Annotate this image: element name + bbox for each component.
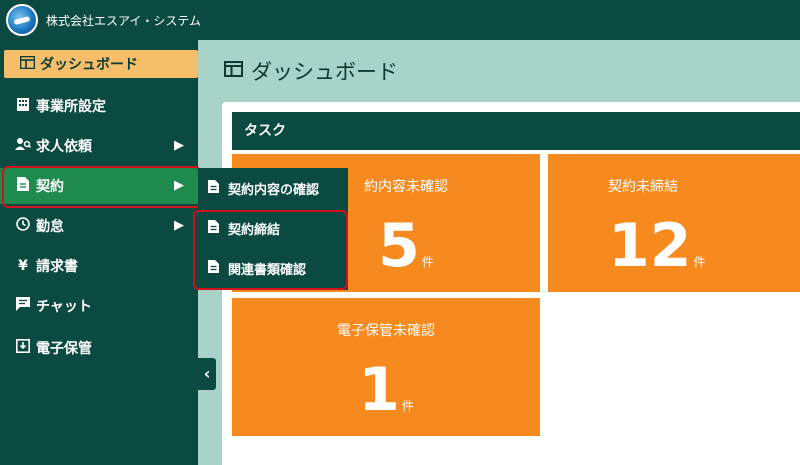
chat-icon bbox=[14, 297, 32, 315]
submenu-item-label: 契約内容の確認 bbox=[228, 182, 320, 198]
sidebar-item-chat[interactable]: チャット bbox=[0, 288, 198, 324]
building-icon bbox=[14, 97, 32, 115]
sidebar-collapse-button[interactable]: ‹ bbox=[198, 358, 216, 390]
task-card-contract-unsigned[interactable]: 契約未締結 12 件 bbox=[548, 154, 800, 292]
sidebar-item-invoice[interactable]: ¥ 請求書 bbox=[0, 248, 198, 284]
task-card-unit: 件 bbox=[693, 255, 706, 269]
sidebar: ダッシュボード 事業所設定 求人依頼 ▶ 契約 ▶ 勤怠 ▶ ¥ 請求書 チャッ… bbox=[0, 40, 198, 465]
page-title: ダッシュボード bbox=[224, 56, 398, 86]
task-card-count: 12 bbox=[608, 211, 692, 281]
task-card-count-wrap: 1件 bbox=[232, 360, 540, 436]
task-card-count: 1 bbox=[358, 355, 400, 425]
page-title-text: ダッシュボード bbox=[251, 60, 398, 84]
dashboard-icon bbox=[224, 60, 243, 82]
sidebar-item-job-request[interactable]: 求人依頼 ▶ bbox=[0, 128, 198, 164]
highlight-contract-item bbox=[2, 166, 201, 208]
chevron-right-icon: ▶ bbox=[174, 218, 184, 233]
task-card-count-wrap: 12 件 bbox=[548, 216, 800, 292]
sidebar-item-label: 勤怠 bbox=[36, 219, 64, 235]
sidebar-item-label: 請求書 bbox=[36, 259, 78, 275]
clock-icon bbox=[14, 217, 32, 235]
task-card-label: 電子保管未確認 bbox=[337, 323, 435, 339]
company-name: 株式会社エスアイ・システム bbox=[46, 14, 202, 28]
sidebar-item-attendance[interactable]: 勤怠 ▶ bbox=[0, 208, 198, 244]
sidebar-item-label: ダッシュボード bbox=[40, 57, 138, 73]
top-bar: 株式会社エスアイ・システム bbox=[0, 0, 800, 40]
sidebar-item-label: 求人依頼 bbox=[36, 139, 92, 155]
archive-icon bbox=[14, 339, 32, 357]
task-card-label: 契約未締結 bbox=[608, 179, 678, 195]
chevron-right-icon: ▶ bbox=[174, 138, 184, 153]
sidebar-item-e-storage[interactable]: 電子保管 bbox=[0, 330, 198, 366]
task-card-e-storage-unconfirmed[interactable]: 電子保管未確認 1件 bbox=[232, 298, 540, 436]
sidebar-item-office-settings[interactable]: 事業所設定 bbox=[0, 88, 198, 124]
sidebar-item-dashboard[interactable]: ダッシュボード bbox=[4, 50, 198, 78]
sidebar-item-label: 事業所設定 bbox=[36, 99, 106, 115]
task-card-unit: 件 bbox=[401, 399, 414, 413]
company-logo[interactable] bbox=[6, 4, 38, 36]
sidebar-item-label: 電子保管 bbox=[36, 341, 92, 357]
task-card-count: 5 bbox=[378, 211, 420, 281]
task-card-unit: 件 bbox=[421, 255, 434, 269]
sidebar-item-label: チャット bbox=[36, 299, 92, 315]
user-search-icon bbox=[14, 137, 32, 155]
submenu-item-contract-details[interactable]: 契約内容の確認 bbox=[198, 170, 348, 206]
document-icon bbox=[208, 180, 222, 196]
dashboard-icon bbox=[18, 55, 36, 73]
highlight-submenu-items bbox=[193, 210, 348, 290]
yen-icon: ¥ bbox=[18, 258, 28, 274]
task-panel-heading: タスク bbox=[232, 112, 800, 150]
